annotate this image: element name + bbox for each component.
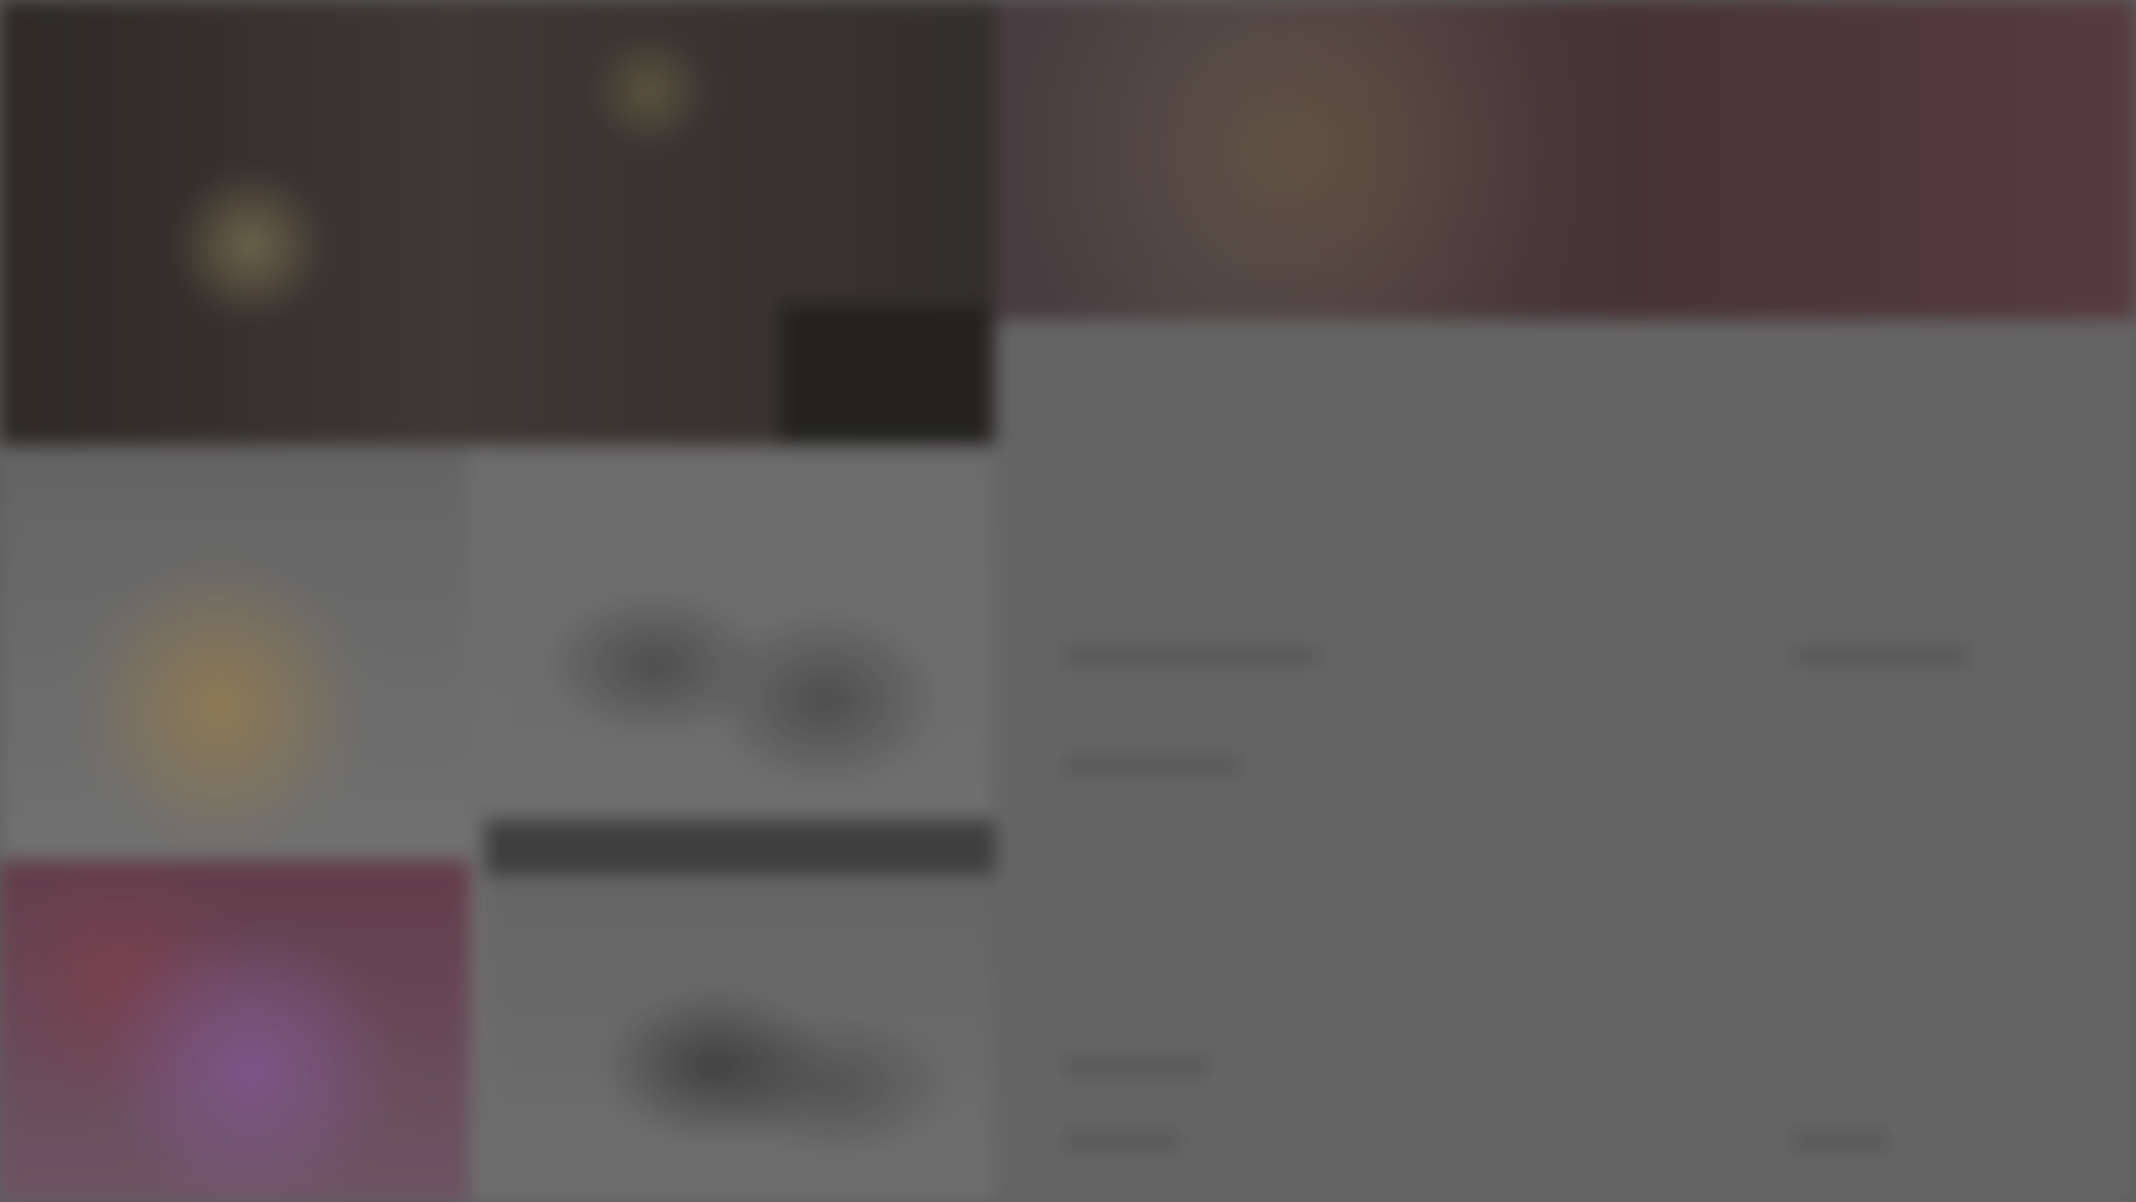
section-divider [1061,905,2101,907]
media-tile[interactable] [0,445,470,860]
blurred-content-layer [0,0,2136,1202]
blurred-value [1791,645,1971,667]
blurred-text-row [1061,1130,1181,1152]
details-panel [1000,320,2136,1202]
banner-dark-block [780,305,990,443]
section-divider [1061,465,2101,467]
section-divider [1061,1025,2101,1027]
blurred-value [1791,1130,1891,1152]
blurred-text-row [1061,1055,1211,1077]
media-tile[interactable] [485,445,995,875]
media-caption-bar [485,820,995,875]
media-grid [0,445,995,1202]
blurred-text-row [1061,755,1241,777]
media-tile[interactable] [485,875,995,1202]
media-tile[interactable] [0,860,470,1202]
section-divider [1061,590,2101,592]
blurred-text-row [1061,645,1321,667]
blurred-app-screen [0,0,2136,1202]
